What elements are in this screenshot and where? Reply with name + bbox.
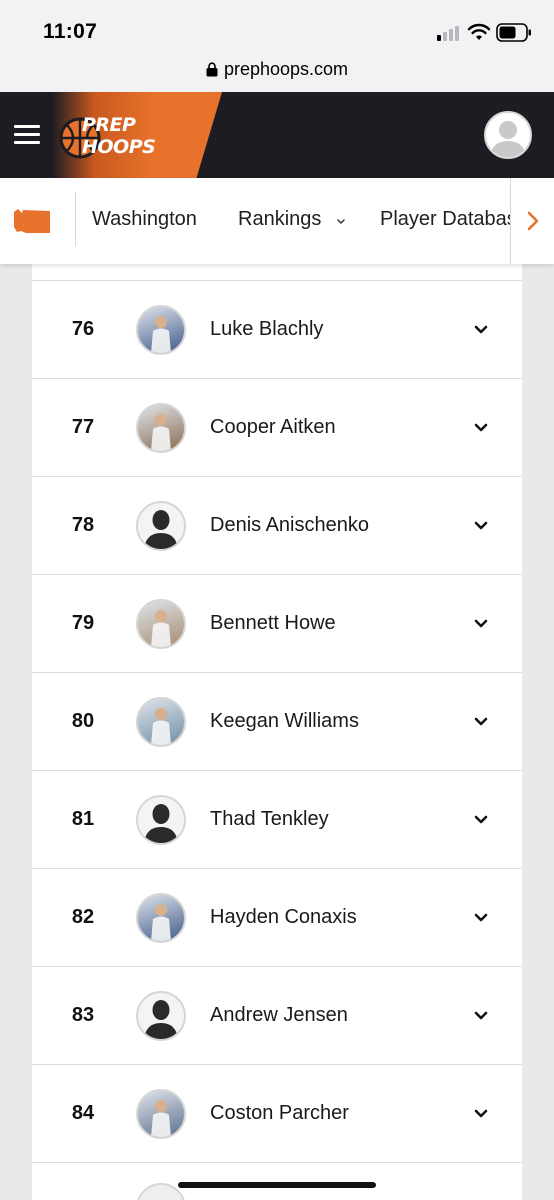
player-photo bbox=[151, 610, 171, 647]
player-silhouette-icon bbox=[144, 1000, 178, 1039]
player-photo bbox=[151, 904, 171, 941]
nav-item-rankings[interactable]: Rankings bbox=[238, 208, 321, 231]
player-row[interactable]: 76 Luke Blachly bbox=[32, 281, 522, 379]
wifi-icon bbox=[467, 23, 491, 40]
washington-state-icon[interactable] bbox=[12, 208, 52, 234]
browser-url-bar[interactable]: prephoops.com bbox=[0, 52, 554, 92]
player-name[interactable]: Hayden Conaxis bbox=[210, 906, 357, 929]
player-rank: 77 bbox=[71, 416, 95, 438]
site-header: PREP HOOPS bbox=[0, 92, 554, 178]
cellular-signal-icon bbox=[437, 25, 463, 41]
list-row-partial bbox=[32, 264, 522, 281]
player-rank: 83 bbox=[71, 1004, 95, 1026]
player-row[interactable]: 79 Bennett Howe bbox=[32, 575, 522, 673]
rankings-list: 76 Luke Blachly 77 Cooper Aitken 78 Deni… bbox=[32, 264, 522, 1200]
home-indicator bbox=[178, 1182, 376, 1188]
player-avatar bbox=[136, 893, 186, 943]
player-row[interactable]: 82 Hayden Conaxis bbox=[32, 869, 522, 967]
player-row[interactable]: 78 Denis Anischenko bbox=[32, 477, 522, 575]
nav-clip: Player Database bbox=[380, 178, 510, 264]
player-avatar bbox=[136, 795, 186, 845]
status-time: 11:07 bbox=[43, 20, 98, 43]
player-rank: 78 bbox=[71, 514, 95, 536]
player-row[interactable]: 80 Keegan Williams bbox=[32, 673, 522, 771]
player-avatar bbox=[136, 501, 186, 551]
user-account-avatar[interactable] bbox=[484, 111, 532, 159]
logo-text-hoops: HOOPS bbox=[82, 136, 156, 158]
player-silhouette-icon bbox=[144, 510, 178, 549]
nav-right-divider bbox=[510, 178, 511, 264]
chevron-down-icon[interactable] bbox=[474, 423, 488, 433]
list-row-partial[interactable] bbox=[32, 1161, 522, 1200]
nav-item-player-database[interactable]: Player Database bbox=[380, 208, 510, 231]
player-row[interactable]: 83 Andrew Jensen bbox=[32, 967, 522, 1065]
player-name[interactable]: Cooper Aitken bbox=[210, 416, 336, 439]
chevron-down-icon[interactable] bbox=[474, 619, 488, 629]
player-silhouette-icon bbox=[144, 804, 178, 843]
chevron-down-icon bbox=[337, 219, 345, 225]
chevron-right-icon[interactable] bbox=[526, 211, 540, 231]
player-row[interactable]: 84 Coston Parcher bbox=[32, 1065, 522, 1163]
player-avatar bbox=[136, 991, 186, 1041]
player-name[interactable]: Thad Tenkley bbox=[210, 808, 329, 831]
player-rank: 79 bbox=[71, 612, 95, 634]
player-avatar bbox=[136, 697, 186, 747]
player-avatar bbox=[136, 599, 186, 649]
player-avatar bbox=[136, 403, 186, 453]
menu-icon[interactable] bbox=[14, 125, 40, 145]
chevron-down-icon[interactable] bbox=[474, 717, 488, 727]
player-photo bbox=[151, 414, 171, 451]
player-avatar bbox=[136, 305, 186, 355]
player-photo bbox=[151, 708, 171, 745]
player-rank: 81 bbox=[71, 808, 95, 830]
player-name[interactable]: Luke Blachly bbox=[210, 318, 323, 341]
player-name[interactable]: Keegan Williams bbox=[210, 710, 359, 733]
player-name[interactable]: Denis Anischenko bbox=[210, 514, 369, 537]
player-rank: 84 bbox=[71, 1102, 95, 1124]
url-text: prephoops.com bbox=[223, 59, 349, 79]
chevron-down-icon[interactable] bbox=[474, 913, 488, 923]
chevron-down-icon[interactable] bbox=[474, 325, 488, 335]
logo-text-prep: PREP bbox=[82, 114, 136, 136]
chevron-down-icon[interactable] bbox=[474, 815, 488, 825]
lock-icon bbox=[206, 62, 218, 77]
player-photo bbox=[151, 1100, 171, 1137]
player-name[interactable]: Andrew Jensen bbox=[210, 1004, 348, 1027]
battery-icon bbox=[496, 23, 531, 42]
status-bar: 11:07 bbox=[0, 0, 554, 52]
player-row[interactable]: 81 Thad Tenkley bbox=[32, 771, 522, 869]
player-rank: 82 bbox=[71, 906, 95, 928]
player-avatar bbox=[136, 1089, 186, 1139]
player-photo bbox=[151, 316, 171, 353]
player-rank: 80 bbox=[71, 710, 95, 732]
prep-hoops-logo[interactable]: PREP HOOPS bbox=[58, 112, 162, 162]
chevron-down-icon[interactable] bbox=[474, 1109, 488, 1119]
player-row[interactable]: 77 Cooper Aitken bbox=[32, 379, 522, 477]
chevron-down-icon[interactable] bbox=[474, 1011, 488, 1021]
sub-nav: Washington Rankings Player Database bbox=[0, 178, 554, 264]
player-rank: 76 bbox=[71, 318, 95, 340]
user-silhouette-icon bbox=[490, 121, 526, 157]
player-name[interactable]: Bennett Howe bbox=[210, 612, 336, 635]
player-name[interactable]: Coston Parcher bbox=[210, 1102, 349, 1125]
nav-item-washington[interactable]: Washington bbox=[92, 208, 197, 231]
nav-divider bbox=[75, 192, 76, 246]
chevron-down-icon[interactable] bbox=[474, 521, 488, 531]
